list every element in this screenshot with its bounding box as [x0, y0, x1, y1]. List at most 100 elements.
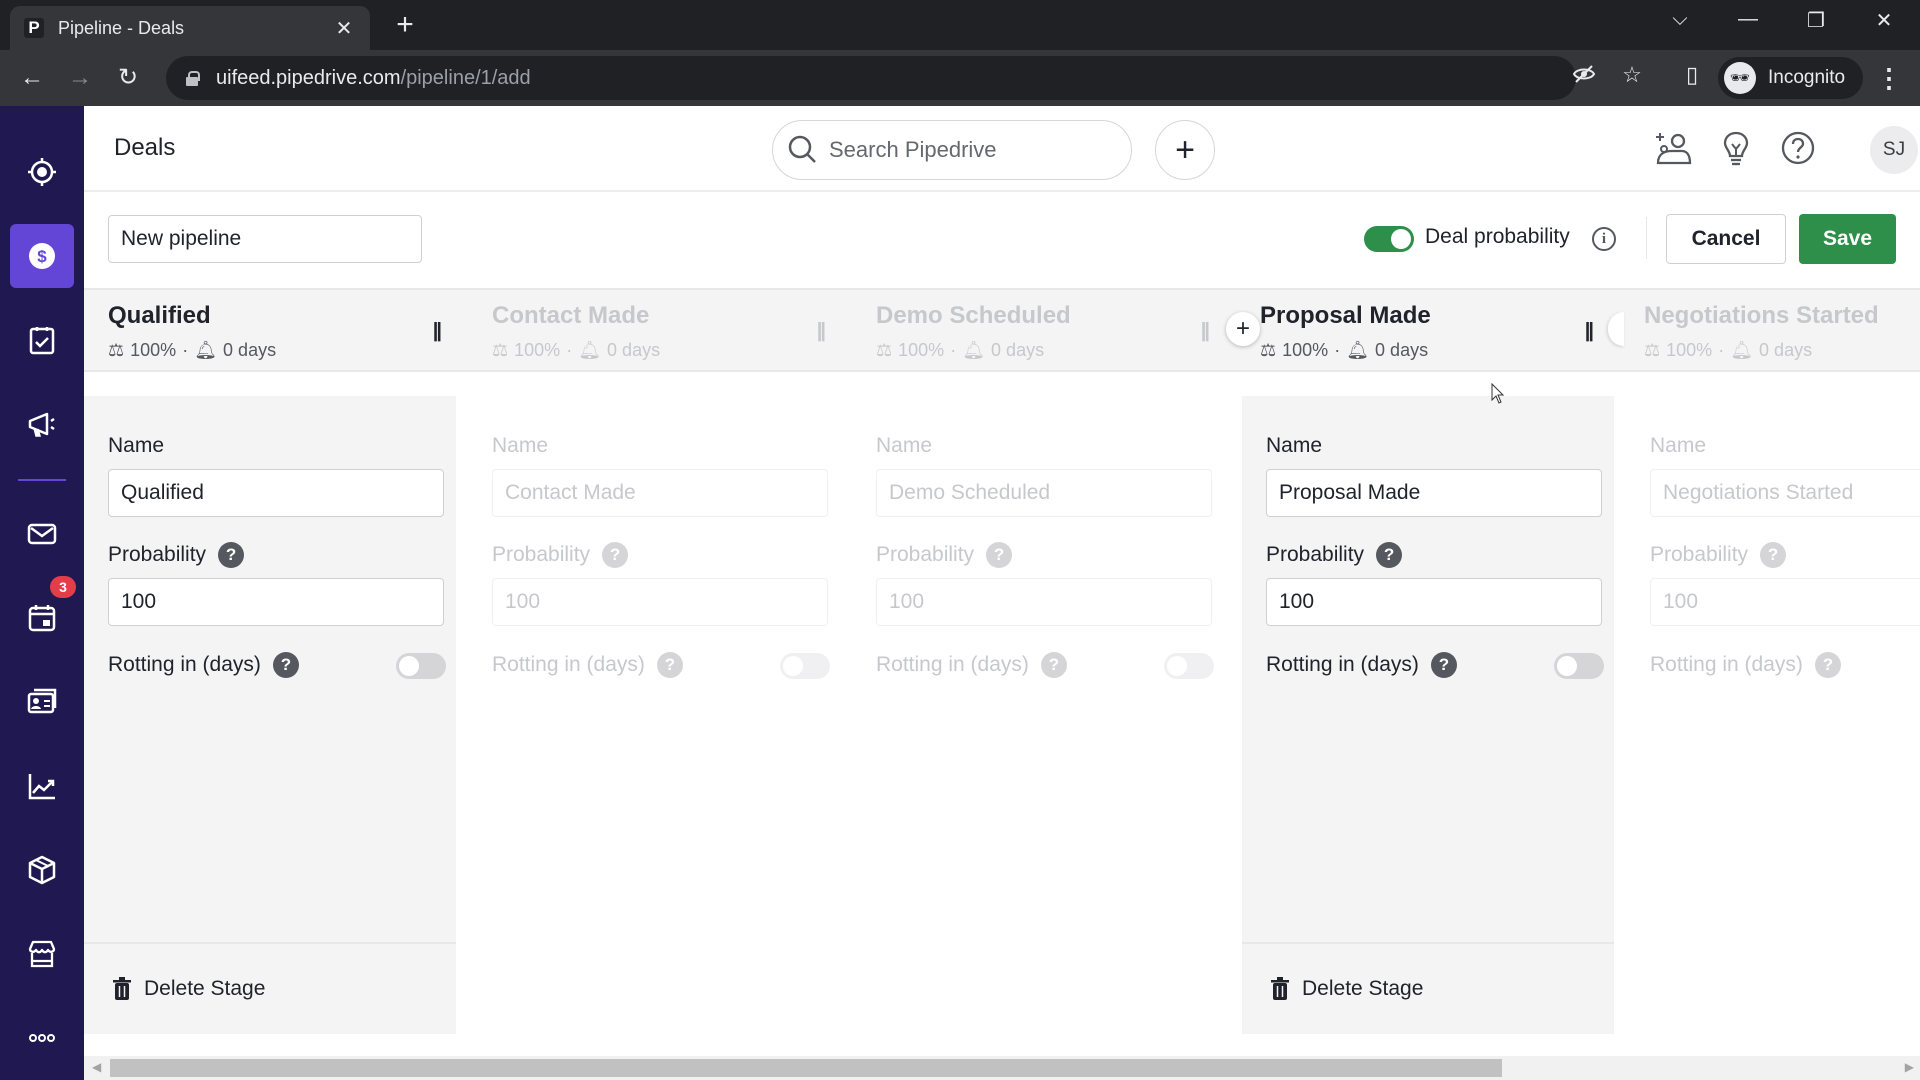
- help-circle-icon[interactable]: ?: [602, 542, 629, 568]
- name-label: Name: [876, 434, 932, 458]
- search-box[interactable]: [772, 120, 1132, 180]
- box-icon: [28, 855, 56, 885]
- stage-name-input[interactable]: [108, 469, 444, 517]
- sidebar-item-activities[interactable]: [10, 308, 74, 372]
- delete-stage-button[interactable]: Delete Stage: [84, 942, 456, 1034]
- stage-name-input[interactable]: [492, 469, 828, 517]
- search-input[interactable]: [829, 137, 1109, 163]
- scroll-left-icon[interactable]: ◀: [92, 1060, 101, 1074]
- more-icon: [29, 1034, 55, 1042]
- insert-stage-button[interactable]: +: [1226, 312, 1260, 346]
- invite-users-button[interactable]: [1653, 128, 1693, 168]
- rotting-label: Rotting in (days)?: [876, 652, 1067, 678]
- stage-column-proposal-made: Name Probability? Rotting in (days)? Del…: [1242, 396, 1614, 1034]
- side-panel-icon[interactable]: ▯: [1676, 62, 1708, 88]
- delete-stage-button[interactable]: Delete Stage: [1242, 942, 1614, 1034]
- restore-icon[interactable]: ❐: [1796, 8, 1836, 33]
- tab-close-icon[interactable]: ✕: [332, 16, 356, 41]
- scrollbar-thumb[interactable]: [110, 1059, 1502, 1077]
- browser-menu-icon[interactable]: ⋮: [1876, 62, 1902, 94]
- sidebar-item-more[interactable]: [10, 1006, 74, 1070]
- help-circle-icon[interactable]: ?: [1760, 542, 1787, 568]
- rotting-label-text: Rotting in (days): [876, 653, 1029, 676]
- help-circle-icon[interactable]: ?: [1376, 542, 1403, 568]
- eye-off-icon[interactable]: [1568, 62, 1600, 92]
- save-button[interactable]: Save: [1799, 214, 1896, 264]
- tips-button[interactable]: [1716, 128, 1756, 168]
- sidebar-item-focus[interactable]: [10, 140, 74, 204]
- incognito-icon: 🕶: [1724, 62, 1756, 94]
- reload-icon[interactable]: ↻: [112, 62, 144, 94]
- stage-name-input[interactable]: [1650, 469, 1920, 517]
- minimize-icon[interactable]: —: [1728, 8, 1768, 31]
- incognito-profile[interactable]: 🕶 Incognito: [1718, 57, 1864, 99]
- rotting-toggle[interactable]: [780, 653, 830, 679]
- sidebar-item-products[interactable]: [10, 838, 74, 902]
- window-close-icon[interactable]: ✕: [1864, 8, 1904, 33]
- cancel-button[interactable]: Cancel: [1666, 214, 1786, 264]
- sidebar-item-marketplace[interactable]: [10, 922, 74, 986]
- help-circle-icon[interactable]: ?: [1430, 652, 1457, 678]
- probability-label: Probability?: [108, 542, 245, 568]
- rotting-toggle[interactable]: [1164, 653, 1214, 679]
- new-tab-icon[interactable]: +: [390, 10, 420, 40]
- stage-header-proposal-made[interactable]: Proposal Made ⚖ 100% · 🔔︎ 0 days ||: [1236, 290, 1620, 370]
- tab-search-chevron-icon[interactable]: ⌵: [1660, 8, 1700, 31]
- stage-probability-input[interactable]: [1266, 578, 1602, 626]
- help-circle-icon[interactable]: ?: [986, 542, 1013, 568]
- stage-column-demo-scheduled: Name Probability? Rotting in (days)?: [852, 396, 1224, 1034]
- name-label: Name: [1266, 434, 1322, 458]
- name-label-text: Name: [876, 434, 933, 457]
- probability-label-text: Probability: [1266, 543, 1365, 566]
- help-circle-icon[interactable]: ?: [218, 542, 245, 568]
- stage-probability-input[interactable]: [876, 578, 1212, 626]
- stage-header-demo-scheduled[interactable]: Demo Scheduled ⚖ 100% · 🔔︎ 0 days ||: [852, 290, 1236, 370]
- stage-header-contact-made[interactable]: Contact Made ⚖ 100% · 🔔︎ 0 days ||: [468, 290, 852, 370]
- help-circle-icon[interactable]: ?: [272, 652, 299, 678]
- probability-label-text: Probability: [108, 543, 207, 566]
- stage-probability-input[interactable]: [108, 578, 444, 626]
- sidebar-item-deals[interactable]: $: [10, 224, 74, 288]
- sidebar-item-mail[interactable]: [10, 502, 74, 566]
- scroll-right-icon[interactable]: ▶: [1905, 1060, 1914, 1074]
- help-circle-icon[interactable]: ?: [1040, 652, 1067, 678]
- stage-name: Negotiations Started: [1644, 302, 1879, 329]
- sidebar-item-insights[interactable]: [10, 754, 74, 818]
- browser-tab[interactable]: P Pipeline - Deals ✕: [10, 6, 370, 50]
- stage-name-input[interactable]: [1266, 469, 1602, 517]
- user-avatar[interactable]: SJ: [1870, 126, 1918, 174]
- rotting-toggle[interactable]: [1554, 653, 1604, 679]
- back-icon[interactable]: ←: [16, 62, 48, 94]
- stage-header-qualified[interactable]: Qualified ⚖ 100% · 🔔︎ 0 days ||: [84, 290, 468, 370]
- url-host: uifeed.pipedrive.com: [216, 66, 401, 89]
- drag-handle-icon[interactable]: ||: [1201, 320, 1210, 343]
- help-button[interactable]: [1778, 128, 1818, 168]
- incognito-label: Incognito: [1768, 67, 1846, 88]
- bookmark-star-icon[interactable]: ☆: [1616, 62, 1648, 88]
- help-circle-icon[interactable]: ?: [1814, 652, 1841, 678]
- quick-add-button[interactable]: +: [1155, 120, 1215, 180]
- stage-probability-input[interactable]: [492, 578, 828, 626]
- meta-separator: ·: [950, 340, 957, 360]
- rotting-toggle[interactable]: [396, 653, 446, 679]
- chart-icon: [28, 774, 55, 800]
- toggle-knob: [1391, 229, 1411, 249]
- lock-icon: [186, 71, 200, 86]
- forward-icon[interactable]: →: [64, 62, 96, 94]
- stage-header-negotiations-started[interactable]: Negotiations Started ⚖ 100% · 🔔︎ 0 days: [1620, 290, 1920, 370]
- pipeline-name-input[interactable]: [108, 215, 422, 263]
- url-bar[interactable]: uifeed.pipedrive.com/pipeline/1/add: [166, 56, 1576, 100]
- sidebar-item-campaigns[interactable]: [10, 392, 74, 456]
- drag-handle-icon[interactable]: ||: [433, 320, 442, 343]
- target-icon: [28, 158, 56, 186]
- sidebar-item-contacts[interactable]: [10, 670, 74, 734]
- stage-probability-input[interactable]: [1650, 578, 1920, 626]
- horizontal-scrollbar[interactable]: ◀ ▶: [84, 1056, 1920, 1080]
- stage-name-input[interactable]: [876, 469, 1212, 517]
- info-icon[interactable]: i: [1592, 227, 1616, 251]
- stage-meta: ⚖ 100% · 🔔︎ 0 days: [1644, 340, 1812, 361]
- help-circle-icon[interactable]: ?: [656, 652, 683, 678]
- deal-probability-toggle[interactable]: [1364, 226, 1414, 252]
- drag-handle-icon[interactable]: ||: [817, 320, 826, 343]
- drag-handle-icon[interactable]: ||: [1585, 320, 1594, 343]
